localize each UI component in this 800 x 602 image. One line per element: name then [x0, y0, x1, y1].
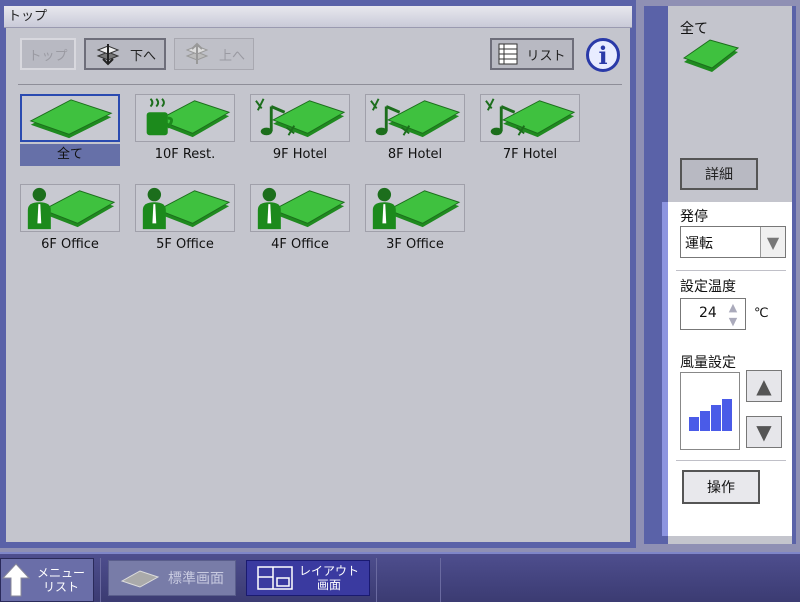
- temp-down-icon[interactable]: ▼: [723, 315, 743, 328]
- info-icon: i: [598, 40, 608, 70]
- down-button-label: 下へ: [129, 48, 156, 64]
- toolbar: トップ 下へ 上へ リスト i: [18, 38, 622, 78]
- top-button[interactable]: トップ: [20, 38, 76, 70]
- down-floor-icon: [96, 44, 120, 66]
- footer-divider: [376, 558, 377, 602]
- menu-list-label-line1: メニュー: [36, 566, 85, 580]
- list-button[interactable]: リスト: [490, 38, 574, 70]
- zone-item[interactable]: 全て: [20, 94, 120, 174]
- layout-screen-label-line2: 画面: [316, 578, 341, 592]
- music-icon: [370, 98, 461, 138]
- coffee-icon: [146, 98, 231, 138]
- list-icon: [498, 43, 518, 65]
- zone-icon-box[interactable]: [480, 94, 580, 142]
- list-button-label: リスト: [526, 48, 566, 64]
- zone-icon-box[interactable]: [365, 94, 465, 142]
- fan-level-bar: [689, 417, 699, 431]
- operate-button[interactable]: 操作: [682, 470, 760, 504]
- fan-level-bar: [711, 405, 721, 431]
- temp-stepper[interactable]: 24 ▲ ▼: [680, 298, 746, 330]
- zone-label: 5F Office: [156, 237, 214, 252]
- main-body: トップ 下へ 上へ リスト i 全て 10F Rest. 9F Hotel 8F…: [6, 28, 630, 542]
- zone-icon-box[interactable]: [365, 184, 465, 232]
- toolbar-divider: [18, 84, 622, 85]
- zone-icon-box[interactable]: [135, 184, 235, 232]
- zone-label: 10F Rest.: [154, 147, 216, 162]
- main-title: トップ: [4, 6, 632, 28]
- music-icon: [255, 98, 346, 138]
- up-button[interactable]: 上へ: [174, 38, 254, 70]
- zone-label: 6F Office: [41, 237, 99, 252]
- temp-unit: ℃: [754, 306, 769, 321]
- layout-screen-button[interactable]: レイアウト 画面: [246, 560, 370, 596]
- down-button[interactable]: 下へ: [84, 38, 166, 70]
- zone-item[interactable]: 6F Office: [20, 184, 120, 264]
- divider: [676, 270, 786, 271]
- layout-screen-label-line1: レイアウト: [298, 564, 359, 578]
- zone-icon-box[interactable]: [20, 184, 120, 232]
- zone-label: 7F Hotel: [502, 147, 558, 162]
- arrow-up-icon: [1, 563, 31, 597]
- temp-value: 24: [699, 305, 717, 321]
- zone-item[interactable]: 10F Rest.: [135, 94, 235, 174]
- zone-label: 8F Hotel: [387, 147, 443, 162]
- selected-zone-label: 全て: [680, 21, 708, 37]
- zone-label: 全て: [20, 144, 120, 166]
- zone-item[interactable]: 8F Hotel: [365, 94, 465, 174]
- footer-bar: メニュー リスト 標準画面 レイアウト 画面: [0, 552, 800, 602]
- zone-item[interactable]: 7F Hotel: [480, 94, 580, 174]
- fan-label: 風量設定: [680, 355, 736, 371]
- zone-item[interactable]: 4F Office: [250, 184, 350, 264]
- fan-level-bar: [722, 399, 732, 431]
- zone-item[interactable]: 3F Office: [365, 184, 465, 264]
- menu-list-button[interactable]: メニュー リスト: [0, 558, 94, 602]
- chevron-down-icon[interactable]: ▼: [760, 227, 785, 257]
- temp-label: 設定温度: [680, 279, 736, 295]
- floor-icon: [120, 570, 160, 588]
- info-button[interactable]: i: [586, 38, 620, 72]
- triangle-up-icon: ▲: [756, 374, 772, 398]
- fan-level-icon: [689, 399, 732, 431]
- footer-divider: [440, 558, 441, 602]
- person-icon: [257, 187, 346, 230]
- zone-label: 4F Office: [271, 237, 329, 252]
- music-icon: [485, 98, 576, 138]
- floor-icon: [29, 99, 113, 139]
- zone-icon-box[interactable]: [20, 94, 120, 142]
- top-button-label: トップ: [28, 48, 68, 64]
- layout-icon: [257, 566, 293, 590]
- fan-up-button[interactable]: ▲: [746, 370, 782, 402]
- detail-button[interactable]: 詳細: [680, 158, 758, 190]
- person-icon: [372, 187, 461, 230]
- menu-list-label-line2: リスト: [42, 580, 79, 594]
- zone-icon-box[interactable]: [250, 94, 350, 142]
- main-panel: トップ トップ 下へ 上へ リスト i 全て 10F Rest. 9F Hote…: [0, 0, 636, 548]
- footer-divider: [100, 558, 101, 602]
- divider: [676, 460, 786, 461]
- standard-screen-label: 標準画面: [168, 571, 224, 587]
- person-icon: [142, 187, 231, 230]
- run-stop-value: 運転: [685, 236, 713, 252]
- temp-up-icon[interactable]: ▲: [723, 301, 743, 314]
- zone-icon-box[interactable]: [250, 184, 350, 232]
- selected-floor-icon: [682, 39, 740, 72]
- control-panel: 発停 運転 ▼ 設定温度 24 ▲ ▼ ℃ 風量設定 ▲ ▼ 操作: [662, 202, 792, 536]
- zone-item[interactable]: 9F Hotel: [250, 94, 350, 174]
- person-icon: [27, 187, 116, 230]
- zone-label: 9F Hotel: [272, 147, 328, 162]
- fan-down-button[interactable]: ▼: [746, 416, 782, 448]
- triangle-down-icon: ▼: [756, 420, 772, 444]
- run-stop-select[interactable]: 運転 ▼: [680, 226, 786, 258]
- zone-icon-box[interactable]: [135, 94, 235, 142]
- zone-label: 3F Office: [386, 237, 444, 252]
- standard-screen-button[interactable]: 標準画面: [108, 560, 236, 596]
- zone-item[interactable]: 5F Office: [135, 184, 235, 264]
- run-stop-label: 発停: [680, 209, 708, 225]
- fan-level-bar: [700, 411, 710, 431]
- fan-level-display: [680, 372, 740, 450]
- up-floor-icon: [185, 42, 209, 64]
- up-button-label: 上へ: [218, 48, 245, 64]
